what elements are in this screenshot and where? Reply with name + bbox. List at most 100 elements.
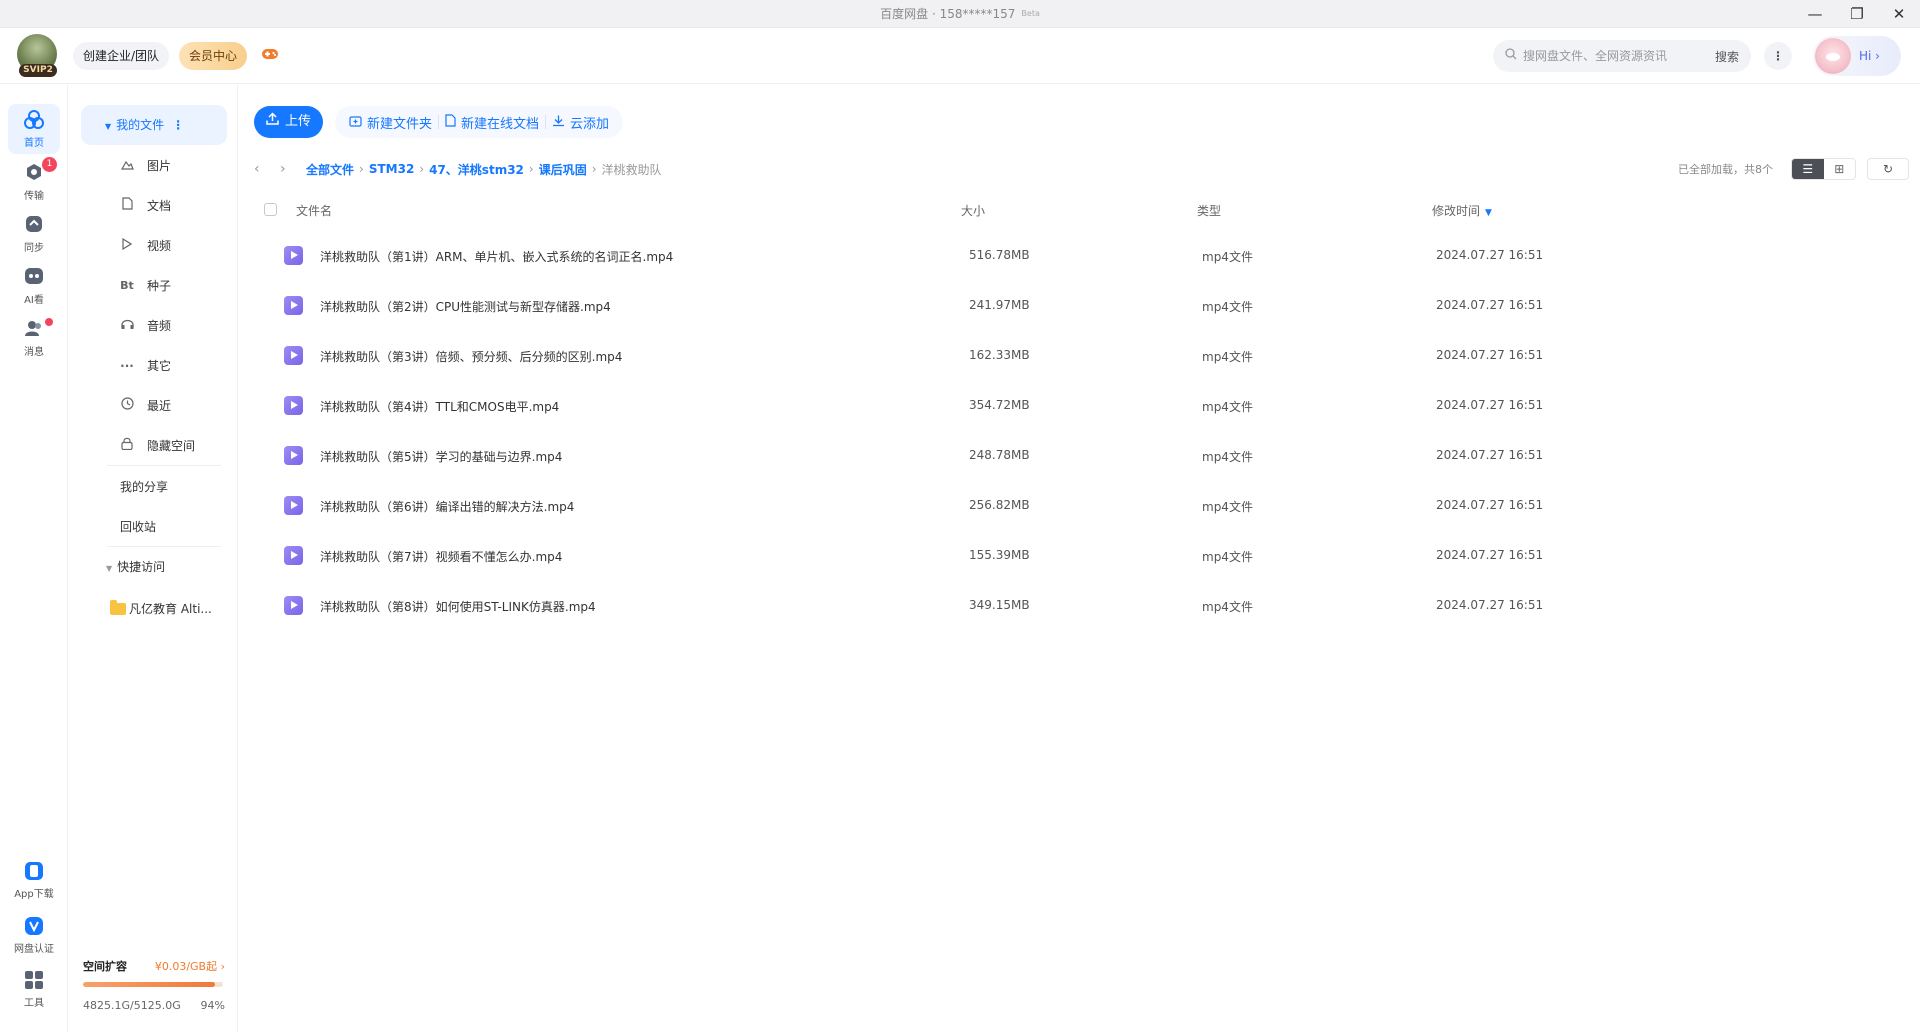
breadcrumb-link[interactable]: 课后巩固: [539, 161, 587, 178]
game-icon[interactable]: [261, 46, 279, 65]
rail-item-transfer[interactable]: 传输 1: [8, 157, 60, 207]
rail-label: 工具: [24, 998, 44, 1009]
create-team-button[interactable]: 创建企业/团队: [73, 41, 170, 70]
file-name[interactable]: 洋桃救助队（第4讲）TTL和CMOS电平.mp4: [320, 398, 559, 415]
lock-icon: [119, 435, 135, 457]
close-icon[interactable]: ✕: [1878, 0, 1920, 28]
table-row[interactable]: 洋桃救助队（第8讲）如何使用ST-LINK仿真器.mp4 349.15MB mp4文…: [262, 581, 1910, 631]
sidebar-item-recycle-bin[interactable]: 回收站: [120, 516, 156, 538]
table-row[interactable]: 洋桃救助队（第5讲）学习的基础与边界.mp4 248.78MB mp4文件 2024.…: [262, 431, 1910, 481]
new-folder-button[interactable]: 新建文件夹: [343, 113, 438, 132]
search-icon: [1505, 48, 1517, 64]
file-modified: 2024.07.27 16:51: [1436, 348, 1544, 362]
sidebar-divider: [107, 465, 221, 466]
vip-center-button[interactable]: 会员中心: [179, 41, 248, 70]
left-rail: 首页 传输 1 同步 AI看 消息 App下载 网盘认证 工具: [0, 85, 68, 1032]
file-name[interactable]: 洋桃救助队（第6讲）编译出错的解决方法.mp4: [320, 498, 574, 515]
rail-item-sync[interactable]: 同步: [8, 209, 60, 259]
quick-access-item[interactable]: 凡亿教育 Alti...: [110, 599, 212, 617]
file-name[interactable]: 洋桃救助队（第1讲）ARM、单片机、嵌入式系统的名词正名.mp4: [320, 248, 673, 265]
column-header-modified[interactable]: 修改时间 ▼: [1432, 202, 1492, 219]
rail-item-ai[interactable]: AI看: [8, 261, 60, 311]
quick-access-toggle[interactable]: ▼ 快捷访问: [106, 558, 165, 575]
search-button[interactable]: 搜索: [1715, 48, 1739, 65]
minimize-icon[interactable]: —: [1794, 0, 1836, 28]
cloud-add-button[interactable]: 云添加: [546, 113, 615, 132]
sidebar-item-my-share[interactable]: 我的分享: [120, 476, 168, 498]
table-row[interactable]: 洋桃救助队（第1讲）ARM、单片机、嵌入式系统的名词正名.mp4 516.78MB…: [262, 231, 1910, 281]
video-file-icon: [284, 446, 303, 465]
sidebar-item-other[interactable]: ··· 其它: [119, 355, 171, 377]
breadcrumb-link[interactable]: STM32: [369, 162, 414, 176]
toolbar-actions: 新建文件夹 新建在线文档 云添加: [335, 106, 624, 138]
tools-icon: [8, 970, 60, 994]
storage-panel: 空间扩容 ¥0.03/GB起 › 4825.1G/5125.0G 94%: [83, 958, 225, 1012]
restore-icon[interactable]: ❐: [1836, 0, 1878, 28]
file-name[interactable]: 洋桃救助队（第5讲）学习的基础与边界.mp4: [320, 448, 562, 465]
message-dot: [45, 318, 53, 326]
file-name[interactable]: 洋桃救助队（第8讲）如何使用ST-LINK仿真器.mp4: [320, 598, 596, 615]
rail-item-verify[interactable]: 网盘认证: [8, 910, 60, 960]
table-row[interactable]: 洋桃救助队（第4讲）TTL和CMOS电平.mp4 354.72MB mp4文件 202…: [262, 381, 1910, 431]
beta-tag: Beta: [1021, 9, 1040, 18]
sidebar-item-torrents[interactable]: Bt 种子: [119, 275, 171, 297]
file-type: mp4文件: [1202, 400, 1253, 414]
storage-upgrade-link[interactable]: ¥0.03/GB起 ›: [155, 958, 225, 974]
svip-badge: SVIP2: [19, 63, 57, 77]
select-all-checkbox[interactable]: [264, 203, 277, 216]
transfer-badge: 1: [42, 157, 57, 172]
file-name[interactable]: 洋桃救助队（第3讲）倍频、预分频、后分频的区别.mp4: [320, 348, 622, 365]
column-header-type[interactable]: 类型: [1197, 202, 1221, 219]
file-name[interactable]: 洋桃救助队（第7讲）视频看不懂怎么办.mp4: [320, 548, 562, 565]
sidebar-item-documents[interactable]: 文档: [119, 195, 171, 217]
kebab-icon[interactable]: ⋮: [172, 118, 184, 132]
file-size: 516.78MB: [969, 248, 1030, 262]
sidebar-item-label: 音频: [147, 319, 172, 333]
rail-item-tools[interactable]: 工具: [8, 964, 60, 1014]
sidebar-item-my-files[interactable]: ▼ 我的文件 ⋮: [81, 105, 227, 145]
back-icon[interactable]: ‹: [254, 161, 280, 177]
sidebar-item-label: 文档: [147, 199, 172, 213]
sidebar-item-hidden-space[interactable]: 隐藏空间: [119, 435, 195, 457]
column-header-name[interactable]: 文件名: [296, 202, 332, 219]
video-file-icon: [284, 246, 303, 265]
table-row[interactable]: 洋桃救助队（第2讲）CPU性能测试与新型存储器.mp4 241.97MB mp4文件…: [262, 281, 1910, 331]
recent-icon: [119, 395, 135, 417]
file-type: mp4文件: [1202, 300, 1253, 314]
more-menu-icon[interactable]: ⋮: [1764, 42, 1792, 70]
caret-down-icon: ▼: [106, 564, 113, 573]
table-row[interactable]: 洋桃救助队（第6讲）编译出错的解决方法.mp4 256.82MB mp4文件 2024…: [262, 481, 1910, 531]
forward-icon[interactable]: ›: [280, 161, 306, 177]
user-avatar[interactable]: SVIP2: [17, 33, 61, 78]
breadcrumb-link[interactable]: 全部文件: [306, 161, 354, 178]
table-row[interactable]: 洋桃救助队（第3讲）倍频、预分频、后分频的区别.mp4 162.33MB mp4文件…: [262, 331, 1910, 381]
file-size: 349.15MB: [969, 598, 1030, 612]
sidebar-item-videos[interactable]: 视频: [119, 235, 171, 257]
sidebar-item-audio[interactable]: 音频: [119, 315, 171, 337]
assistant-button[interactable]: Hi ›: [1813, 36, 1901, 76]
rail-label: 网盘认证: [14, 944, 54, 955]
file-size: 256.82MB: [969, 498, 1030, 512]
file-type: mp4文件: [1202, 550, 1253, 564]
table-row[interactable]: 洋桃救助队（第7讲）视频看不懂怎么办.mp4 155.39MB mp4文件 2024.…: [262, 531, 1910, 581]
new-online-doc-button[interactable]: 新建在线文档: [439, 113, 545, 132]
rail-item-messages[interactable]: 消息: [8, 313, 60, 363]
breadcrumb-current: 洋桃救助队: [601, 162, 662, 177]
rail-item-home[interactable]: 首页: [8, 104, 60, 154]
file-name[interactable]: 洋桃救助队（第2讲）CPU性能测试与新型存储器.mp4: [320, 298, 611, 315]
sidebar-item-recent[interactable]: 最近: [119, 395, 171, 417]
sidebar-item-images[interactable]: 图片: [119, 155, 171, 177]
search-input[interactable]: [1523, 49, 1715, 63]
rail-item-app-download[interactable]: App下载: [8, 855, 60, 905]
refresh-icon[interactable]: ↻: [1867, 158, 1909, 180]
grid-view-icon[interactable]: ⊞: [1824, 159, 1856, 179]
list-view-icon[interactable]: ☰: [1792, 159, 1824, 179]
breadcrumb-link[interactable]: 47、洋桃stm32: [429, 161, 524, 178]
upload-button[interactable]: 上传: [254, 106, 324, 138]
column-header-size[interactable]: 大小: [961, 202, 985, 219]
sidebar-item-label: 种子: [147, 279, 172, 293]
sidebar-item-label: 图片: [147, 159, 172, 173]
storage-bar-fill: [83, 982, 215, 987]
cloud-download-icon: [552, 114, 565, 130]
main-toolbar: 上传 新建文件夹 新建在线文档 云添加: [254, 106, 624, 138]
